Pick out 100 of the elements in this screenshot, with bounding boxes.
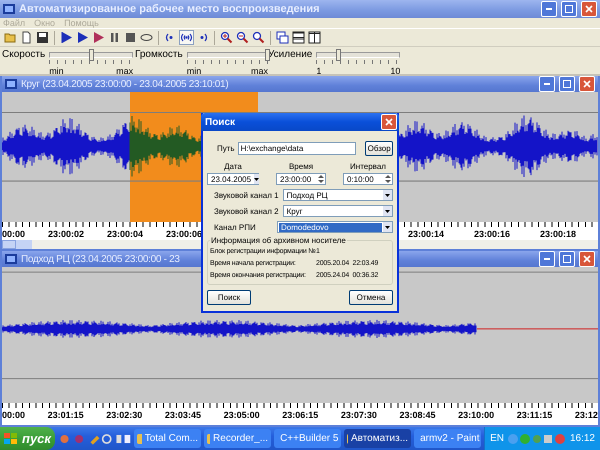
minimize-button[interactable] xyxy=(539,76,555,92)
field-label: Дата xyxy=(224,162,242,171)
time-field[interactable]: 23:00:00 xyxy=(276,173,326,185)
time-label: 23:00:06 xyxy=(166,229,202,239)
spin-arrows-icon[interactable] xyxy=(317,174,325,184)
tile-windows-button[interactable] xyxy=(307,30,322,46)
minimize-icon xyxy=(544,83,550,85)
interval-field[interactable]: 0:10:00 xyxy=(343,173,393,185)
close-icon xyxy=(385,118,393,126)
slider-track[interactable] xyxy=(186,52,268,58)
taskbar-button[interactable]: armv2 - Paint xyxy=(414,429,482,448)
field-label: Путь xyxy=(217,144,235,153)
time-label: 23:00:14 xyxy=(408,229,444,239)
time-label: 23:07:30 xyxy=(340,410,377,420)
time-label: 23:05:00 xyxy=(224,410,260,420)
field-label: Время xyxy=(288,162,314,171)
time-label: 23:00:16 xyxy=(474,229,510,239)
spin-arrows-icon[interactable] xyxy=(384,174,392,184)
time-label: 23:01:15 xyxy=(48,410,84,420)
close-button[interactable] xyxy=(579,251,595,267)
close-icon xyxy=(583,255,591,263)
app-icon xyxy=(207,434,210,444)
zoom-out-button[interactable] xyxy=(235,30,250,46)
slider-max-label: 10 xyxy=(390,66,400,76)
window-title: Автоматизированное рабочее место воспроизведения xyxy=(19,2,321,15)
clock: 16:12 xyxy=(570,433,595,444)
sound-wave-button[interactable] xyxy=(179,30,194,46)
tray-icons[interactable] xyxy=(506,432,567,446)
close-icon xyxy=(583,80,591,88)
minimize-button[interactable] xyxy=(541,0,557,17)
time-label: 00:00 xyxy=(2,410,26,420)
window-icon xyxy=(5,79,17,89)
time-label: 23:06:15 xyxy=(282,410,318,420)
maximize-button[interactable] xyxy=(559,76,575,92)
start-button[interactable]: пуск xyxy=(0,427,55,450)
document-icon xyxy=(20,31,33,44)
slider-thumb[interactable] xyxy=(89,49,94,61)
maximize-icon xyxy=(565,4,573,13)
dialog-button[interactable]: Отмена xyxy=(349,290,393,305)
time-label: 23:00:04 xyxy=(106,229,143,239)
taskbar-button[interactable]: Автоматиз... xyxy=(344,429,412,448)
time-label: 23:08:45 xyxy=(399,410,436,420)
dropdown-arrow-icon xyxy=(385,226,390,228)
time-label: 23:11:15 xyxy=(516,410,552,420)
zoom-out-icon xyxy=(236,31,249,44)
play-icon xyxy=(76,31,89,44)
channel-dropdown[interactable]: Круг xyxy=(282,205,393,217)
zoom-in-button[interactable] xyxy=(219,30,234,46)
save-button[interactable] xyxy=(35,30,50,46)
open-folder-icon xyxy=(4,31,17,44)
dialog-title: Поиск xyxy=(205,116,236,128)
tile-windows-icon xyxy=(292,31,305,44)
close-button[interactable] xyxy=(581,0,597,17)
stop-icon xyxy=(124,31,137,44)
time-label: 23:00:18 xyxy=(540,229,576,239)
time-label: 23:12 xyxy=(574,410,598,420)
channel-window-title: Подход РЦ (23.04.2005 23:00:00 - 23 xyxy=(21,254,180,264)
time-label: 00:00 xyxy=(2,229,26,239)
slider-track[interactable] xyxy=(316,52,400,58)
channel-dropdown[interactable]: Domodedovo xyxy=(277,221,393,233)
play-button[interactable] xyxy=(75,30,90,46)
window-icon xyxy=(3,4,15,14)
slider-max-label: max xyxy=(250,66,268,76)
slider-thumb[interactable] xyxy=(265,49,270,61)
marker-play-icon xyxy=(60,31,73,44)
minimize-icon xyxy=(546,8,552,10)
maximize-icon xyxy=(563,80,571,88)
play-button[interactable] xyxy=(91,30,106,46)
path-field[interactable]: H:\exchange\data xyxy=(238,142,356,155)
maximize-button[interactable] xyxy=(559,251,575,267)
cascade-windows-button[interactable] xyxy=(275,30,290,46)
marker-play-button[interactable] xyxy=(59,30,74,46)
close-button[interactable] xyxy=(381,114,397,130)
slider-track[interactable] xyxy=(49,52,134,58)
taskbar-button[interactable]: Recorder_... xyxy=(204,429,272,448)
tile-windows-button[interactable] xyxy=(291,30,306,46)
time-label: 23:02:30 xyxy=(106,410,142,420)
quick-launch-icons[interactable] xyxy=(58,432,132,446)
maximize-button[interactable] xyxy=(561,0,577,17)
scrollbar-thumb[interactable] xyxy=(16,240,32,249)
close-button[interactable] xyxy=(579,76,595,92)
save-icon xyxy=(36,31,49,44)
minimize-button[interactable] xyxy=(539,251,555,267)
taskbar-button[interactable]: Total Com... xyxy=(134,429,202,448)
magnifier-button[interactable] xyxy=(251,30,266,46)
slider-min-label: min xyxy=(186,66,202,76)
tile-windows-icon xyxy=(308,31,321,44)
magnifier-icon xyxy=(252,31,265,44)
browse-button[interactable]: Обзор xyxy=(365,141,393,156)
time-label: 23:00:02 xyxy=(48,229,84,239)
channel-window-title: Круг (23.04.2005 23:00:00 - 23.04.2005 23:10:01) xyxy=(21,78,228,90)
field-label: Интервал xyxy=(350,162,386,171)
taskbar-button[interactable]: C++Builder 5 xyxy=(274,429,342,448)
time-label: 23:03:45 xyxy=(164,410,201,420)
dialog-button[interactable]: Поиск xyxy=(207,290,251,305)
date-picker[interactable]: 23.04.2005 xyxy=(207,173,259,185)
slider-thumb[interactable] xyxy=(336,49,341,61)
channel-dropdown[interactable]: Подход РЦ xyxy=(282,189,393,201)
dropdown-arrow-icon xyxy=(254,178,260,180)
cascade-windows-icon xyxy=(276,31,289,44)
